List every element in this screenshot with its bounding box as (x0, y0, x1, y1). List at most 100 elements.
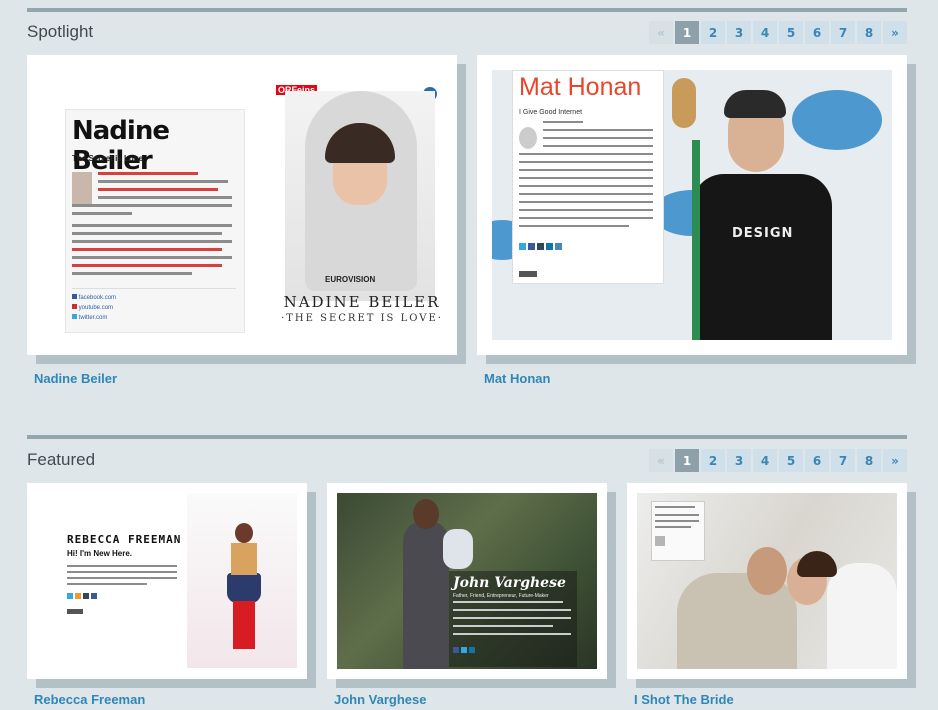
thumbnail-name: John Varghese (453, 575, 566, 591)
profile-thumbnail[interactable]: REBECCA FREEMAN Hi! I'm New Here. (37, 493, 297, 669)
profile-thumbnail[interactable]: Nadine Beiler The Secret is Loue faceboo… (37, 65, 447, 345)
profile-name-link[interactable]: Mat Honan (484, 371, 550, 386)
profile-thumbnail[interactable]: Mat Honan I Give Good Internet DESIGN (492, 70, 892, 340)
twitter-icon[interactable] (461, 647, 467, 653)
text-line (655, 514, 699, 516)
text-line (655, 506, 695, 508)
text-line (67, 565, 177, 567)
text-line (72, 224, 232, 227)
thumbnail-subtitle: I Give Good Internet (519, 109, 583, 116)
tumblr-icon[interactable] (537, 243, 544, 250)
pager-next-button[interactable]: » (883, 449, 907, 472)
rss-icon[interactable] (75, 593, 81, 599)
profile-text-panel: Mat Honan I Give Good Internet (512, 70, 664, 284)
facebook-icon[interactable] (91, 593, 97, 599)
section-title: Featured (27, 450, 96, 469)
text-line (519, 161, 653, 163)
pager-page-button[interactable]: 5 (779, 449, 803, 472)
profile-text-panel (651, 501, 705, 561)
text-line (519, 217, 653, 219)
social-icons-row (453, 647, 475, 653)
mini-avatar (655, 536, 665, 546)
lamp-shape (672, 78, 696, 128)
thumbnail-subtitle: Hi! I'm New Here. (67, 549, 133, 558)
thumbnail-name: Mat Honan (519, 73, 642, 101)
pager-page-button[interactable]: 6 (805, 21, 829, 44)
top-shape (231, 543, 257, 575)
pager-page-button[interactable]: 8 (857, 21, 881, 44)
pager-page-button[interactable]: 3 (727, 449, 751, 472)
text-line (519, 177, 653, 179)
text-line (543, 121, 583, 123)
profile-name-link[interactable]: Nadine Beiler (34, 371, 117, 386)
profile-name-link[interactable]: Rebecca Freeman (34, 692, 145, 707)
social-link[interactable]: youtube.com (72, 304, 113, 311)
pager-page-button[interactable]: 4 (753, 449, 777, 472)
profile-card-john-varghese[interactable]: John Varghese Father, Friend, Entreprene… (327, 483, 607, 679)
text-line (519, 201, 653, 203)
pager-prev-button[interactable]: « (649, 449, 673, 472)
profile-card-i-shot-the-bride[interactable] (627, 483, 907, 679)
groom-head-shape (747, 547, 787, 595)
text-line (67, 571, 177, 573)
pager-page-button[interactable]: 2 (701, 21, 725, 44)
twitter-icon[interactable] (67, 593, 73, 599)
social-link[interactable]: facebook.com (72, 294, 116, 301)
cover-title: NADINE BEILER (283, 293, 441, 311)
text-line (72, 264, 222, 267)
pager-page-button[interactable]: 7 (831, 449, 855, 472)
linkedin-icon[interactable] (546, 243, 553, 250)
pager-prev-button[interactable]: « (649, 21, 673, 44)
tumblr-icon[interactable] (83, 593, 89, 599)
pager-page-button[interactable]: 7 (831, 21, 855, 44)
text-line (98, 180, 228, 183)
social-link[interactable]: twitter.com (72, 314, 107, 321)
profile-thumbnail[interactable] (637, 493, 897, 669)
facebook-icon (72, 294, 77, 299)
youtube-icon (72, 304, 77, 309)
profile-name-link[interactable]: John Varghese (334, 692, 426, 707)
hair-shape (724, 90, 786, 118)
profile-card-nadine-beiler[interactable]: Nadine Beiler The Secret is Loue faceboo… (27, 55, 457, 355)
pager-page-button[interactable]: 1 (675, 21, 699, 44)
twitter-icon (72, 314, 77, 319)
thumbnail-name: Nadine Beiler (72, 116, 170, 176)
text-line (72, 212, 132, 215)
pager-page-button[interactable]: 2 (701, 449, 725, 472)
thumbnail-subtitle: The Secret is Loue (72, 154, 144, 163)
pager-next-button[interactable]: » (883, 21, 907, 44)
text-line (67, 577, 177, 579)
twitter-icon[interactable] (519, 243, 526, 250)
profile-card-rebecca-freeman[interactable]: REBECCA FREEMAN Hi! I'm New Here. (27, 483, 307, 679)
text-line (98, 196, 232, 199)
profile-name-link[interactable]: I Shot The Bride (634, 692, 734, 707)
pager-page-button[interactable]: 4 (753, 21, 777, 44)
text-line (72, 272, 192, 275)
pager-page-button[interactable]: 6 (805, 449, 829, 472)
section-divider (27, 8, 907, 12)
pager-page-button[interactable]: 3 (727, 21, 751, 44)
pager-page-button[interactable]: 5 (779, 21, 803, 44)
email-me-button[interactable] (519, 271, 537, 277)
linkedin-icon[interactable] (469, 647, 475, 653)
text-line (453, 633, 571, 635)
facebook-icon[interactable] (528, 243, 535, 250)
pager-page-button[interactable]: 1 (675, 449, 699, 472)
text-line (543, 137, 653, 139)
mail-icon[interactable] (555, 243, 562, 250)
email-me-button[interactable] (67, 609, 83, 614)
profile-card-mat-honan[interactable]: Mat Honan I Give Good Internet DESIGN (477, 55, 907, 355)
profile-text-panel: Nadine Beiler The Secret is Loue faceboo… (65, 109, 245, 333)
text-line (98, 188, 218, 191)
section-title: Spotlight (27, 22, 94, 41)
text-line (519, 209, 653, 211)
pager-page-button[interactable]: 8 (857, 449, 881, 472)
facebook-icon[interactable] (453, 647, 459, 653)
person-photo: DESIGN (684, 86, 834, 340)
section-divider (27, 435, 907, 439)
text-line (655, 520, 699, 522)
text-line (72, 232, 222, 235)
profile-thumbnail[interactable]: John Varghese Father, Friend, Entreprene… (337, 493, 597, 669)
thumbnail-name: REBECCA FREEMAN (67, 533, 182, 546)
text-line (453, 617, 571, 619)
